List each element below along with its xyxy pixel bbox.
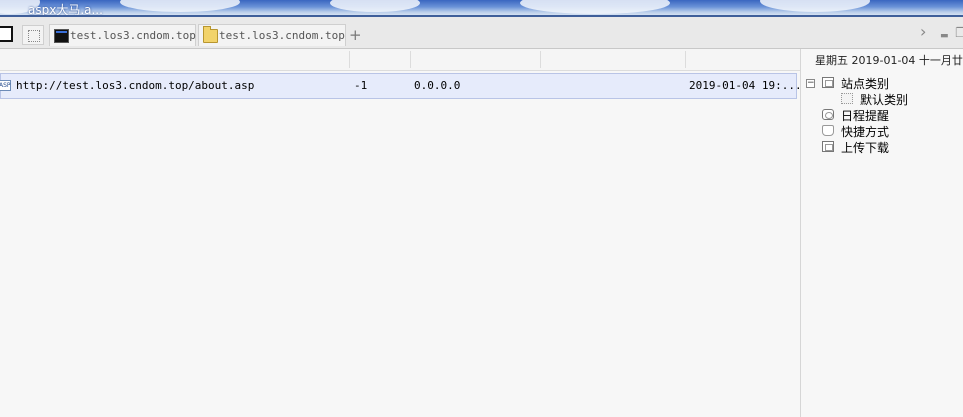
- cloud-decoration: [330, 0, 420, 12]
- column-separator[interactable]: [540, 51, 541, 68]
- tree-item-label: 默认类别: [860, 93, 909, 107]
- list-column-header: [0, 49, 800, 71]
- tree-item-site-categories[interactable]: − 站点类别: [801, 75, 961, 91]
- row-url: http://test.los3.cndom.top/about.asp: [16, 79, 255, 92]
- tree-item-schedule[interactable]: 日程提醒: [801, 107, 961, 123]
- row-code: -1: [354, 79, 368, 92]
- column-separator[interactable]: [410, 51, 411, 68]
- right-panel: 星期五 2019-01-04 十一月廿 − 站点类别 默认类别 日程提醒 快捷方…: [801, 49, 963, 417]
- tab-main-list[interactable]: [0, 26, 13, 42]
- tree-item-label: 日程提醒: [841, 109, 890, 123]
- cloud-decoration: [120, 0, 240, 12]
- terminal-icon: [54, 29, 69, 43]
- default-category-icon: [841, 93, 853, 104]
- chevron-right-icon[interactable]: ›: [920, 24, 926, 40]
- new-tab-button[interactable]: +: [349, 28, 362, 43]
- folder-icon: [203, 26, 218, 43]
- asp-file-icon: ASP: [0, 80, 11, 91]
- upload-download-icon: [822, 141, 834, 152]
- row-ip: 0.0.0.0: [414, 79, 461, 92]
- tree-item-shortcuts[interactable]: 快捷方式: [801, 123, 961, 139]
- cloud-decoration: [760, 0, 870, 12]
- table-row[interactable]: ASP http://test.los3.cndom.top/about.asp…: [0, 73, 802, 99]
- tree-item-label: 站点类别: [841, 77, 890, 91]
- shortcut-icon: [822, 125, 834, 136]
- column-separator[interactable]: [349, 51, 350, 68]
- tree-item-label: 上传下载: [841, 141, 890, 155]
- tab-blank[interactable]: [22, 25, 44, 45]
- schedule-icon: [822, 109, 834, 120]
- tree-item-default-category[interactable]: 默认类别: [801, 91, 961, 107]
- collapse-icon[interactable]: −: [806, 79, 815, 88]
- tab-terminal[interactable]: test.los3.cndom.top: [49, 24, 196, 46]
- tree-item-upload-download[interactable]: 上传下载: [801, 139, 961, 155]
- blank-page-icon: [28, 30, 40, 42]
- cloud-decoration: [520, 0, 670, 14]
- restore-button[interactable]: ❐: [955, 27, 963, 40]
- column-separator[interactable]: [685, 51, 686, 68]
- tab-label: test.los3.cndom.top: [219, 29, 345, 42]
- tab-file-manager[interactable]: test.los3.cndom.top: [198, 24, 346, 46]
- window-titlebar: aspx大马.a...: [0, 0, 963, 17]
- row-date: 2019-01-04 19:...: [689, 79, 802, 92]
- date-display: 星期五 2019-01-04 十一月廿: [815, 54, 963, 67]
- tab-bar: test.los3.cndom.top test.los3.cndom.top …: [0, 17, 963, 49]
- tree-item-label: 快捷方式: [841, 125, 890, 139]
- category-icon: [822, 77, 834, 88]
- tab-label: test.los3.cndom.top: [70, 29, 196, 42]
- minimize-button[interactable]: ▬: [940, 30, 949, 43]
